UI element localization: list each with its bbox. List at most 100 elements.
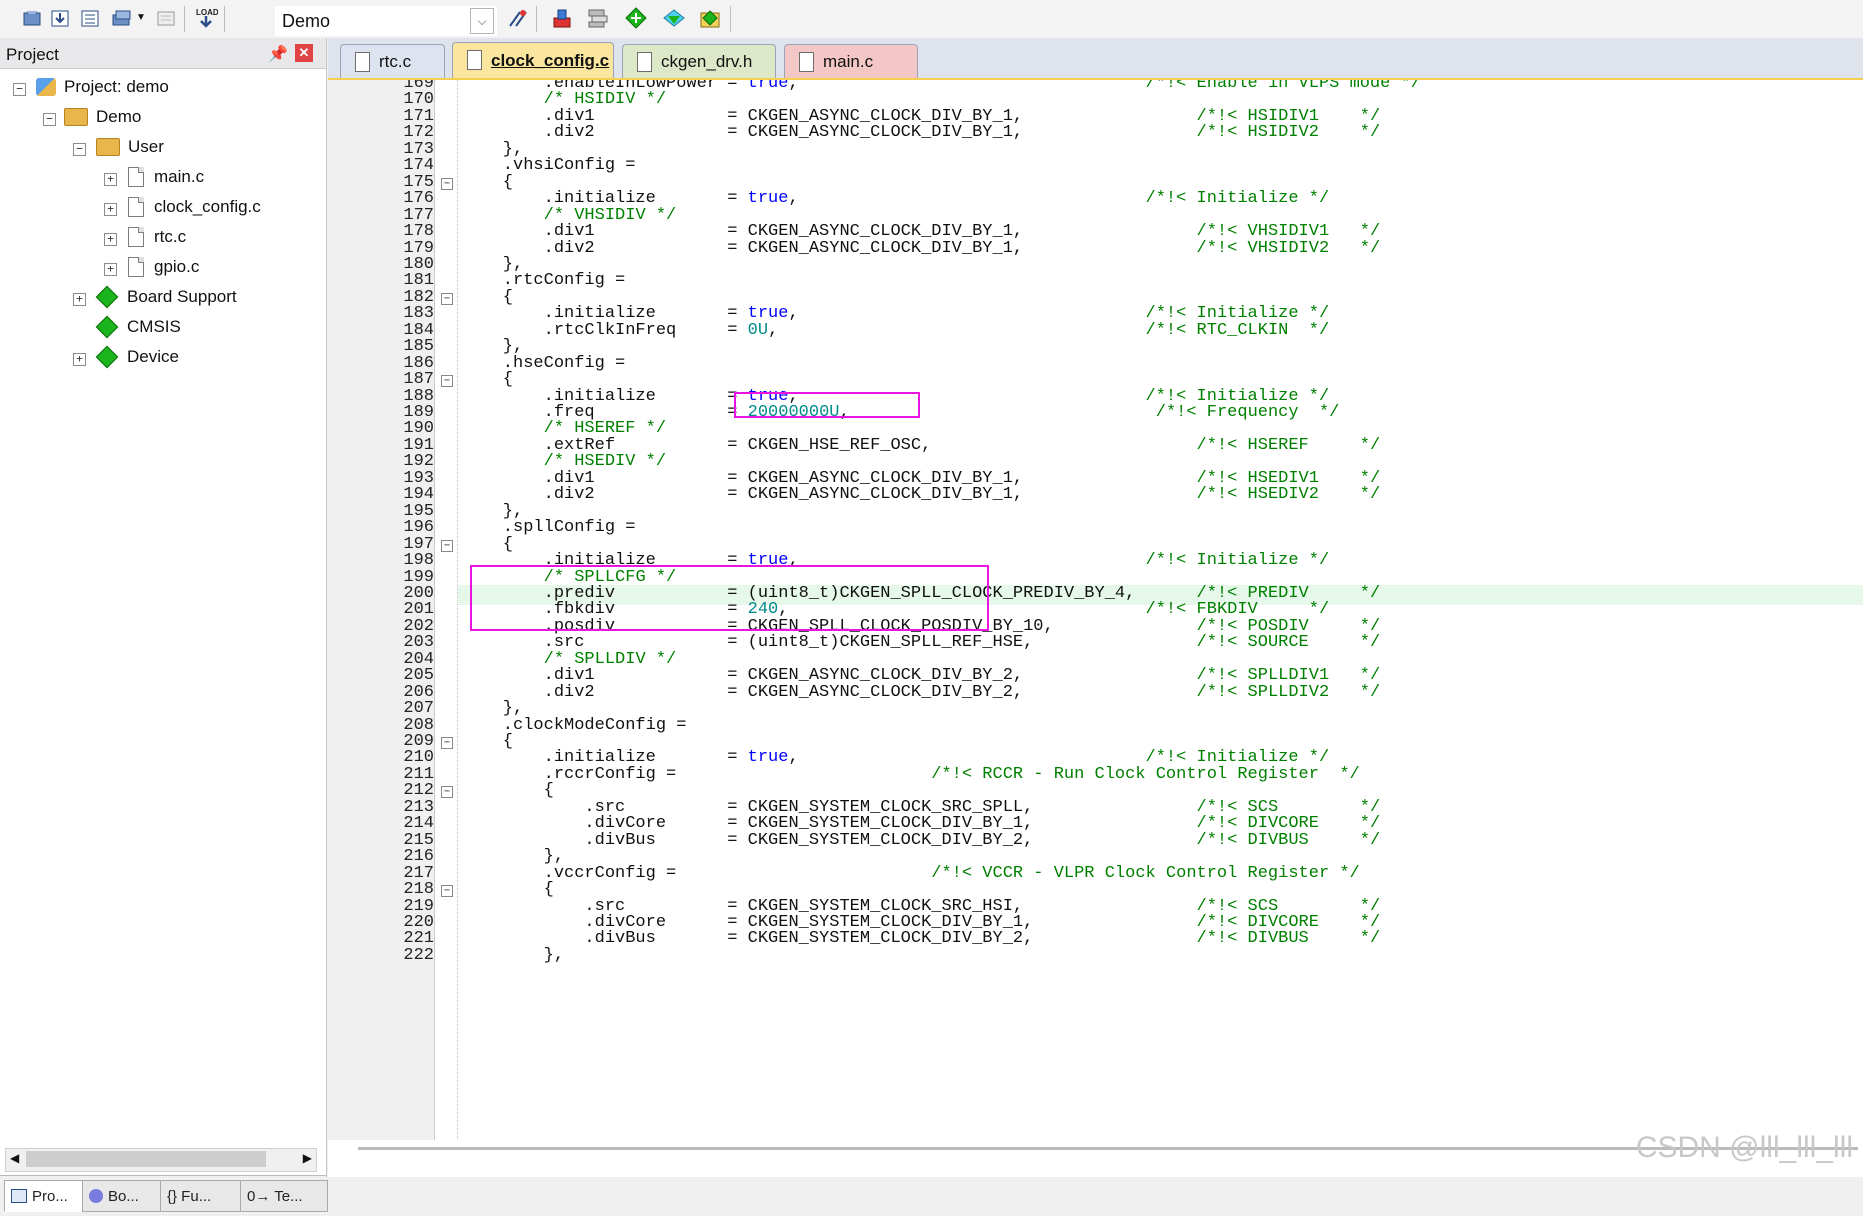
tree-group-user[interactable]: User [96,134,164,160]
code-line: .divBus = CKGEN_SYSTEM_CLOCK_DIV_BY_2, /… [462,929,1381,949]
tab-books[interactable]: Bo... [82,1180,162,1212]
close-icon[interactable]: ✕ [295,44,313,62]
tree-label: CMSIS [127,317,181,336]
tree-label: User [128,137,164,156]
translate-icon[interactable] [18,5,46,31]
tab-main-c[interactable]: main.c [784,44,918,78]
fold-toggle-icon[interactable]: − [441,786,453,799]
tab-label: Bo... [108,1187,139,1205]
tree-label: gpio.c [154,257,200,276]
editor-tab-bar: rtc.c clock_config.c ckgen_drv.h main.c [328,38,1863,80]
target-options-icon[interactable] [504,5,532,31]
toolbar: ▼ LOAD Demo ⌵ [0,0,1863,38]
code-line: .divBus = CKGEN_SYSTEM_CLOCK_DIV_BY_2, /… [462,830,1381,850]
tree-project-root[interactable]: Project: demo [36,74,169,100]
rebuild-icon[interactable] [76,5,104,31]
target-name: Demo [282,11,331,31]
horizontal-scrollbar[interactable]: ◀ ▶ [5,1148,317,1172]
file-icon [467,50,482,70]
component-icon [95,315,119,339]
code-line: .rccrConfig = /*!< RCCR - Run Clock Cont… [462,764,1360,784]
chevron-down-icon[interactable]: ⌵ [470,8,494,34]
tree-label: main.c [154,167,205,186]
build-icon[interactable] [46,5,74,31]
tree-component-device[interactable]: Device [95,344,179,370]
code-line: .div2 = CKGEN_ASYNC_CLOCK_DIV_BY_1, /*!<… [462,485,1381,505]
line-number: 222 [403,945,434,965]
fold-toggle-icon[interactable]: − [441,177,453,190]
code-number: 0U [747,320,769,340]
code-line: .div2 = CKGEN_ASYNC_CLOCK_DIV_BY_1, /*!<… [462,123,1381,143]
expand-icon[interactable]: + [104,263,117,276]
tree-label: clock_config.c [154,197,261,216]
scrollbar-thumb[interactable] [26,1151,266,1167]
manage-components-icon[interactable] [548,5,576,31]
tree-file-rtc[interactable]: rtc.c [128,224,186,250]
code-line: .div2 = CKGEN_ASYNC_CLOCK_DIV_BY_2, /*!<… [462,682,1381,702]
tree-label: rtc.c [154,227,187,246]
expand-icon[interactable]: + [104,173,117,186]
tab-project[interactable]: Pro... [4,1180,84,1212]
expand-icon[interactable]: + [104,233,117,246]
code-editor[interactable]: 169 170 171 172 173 174 175 176 177 178 179 180 181 1… [328,80,1863,1177]
pin-icon[interactable]: 📌 [268,44,288,64]
batch-build-dropdown-icon[interactable]: ▼ [136,12,146,23]
tree-component-cmsis[interactable]: CMSIS [95,314,181,340]
software-packs-icon[interactable] [696,5,724,31]
pack-installer-icon[interactable] [622,5,650,31]
tab-rtc-c[interactable]: rtc.c [340,44,445,78]
stop-build-icon[interactable] [152,5,180,31]
target-folder-icon [64,108,88,126]
fold-toggle-icon[interactable]: − [441,885,453,898]
tree-component-board-support[interactable]: Board Support [95,284,237,310]
scrollbar-track[interactable] [358,1147,1858,1150]
expand-icon[interactable]: + [104,203,117,216]
panel-bottom-tabs: Pro... Bo... {} Fu... 0→ Te... [0,1175,328,1216]
tree-file-gpio[interactable]: gpio.c [128,254,199,280]
tree-file-main[interactable]: main.c [128,164,204,190]
toolbar-separator [536,6,537,32]
svg-text:LOAD: LOAD [196,8,218,17]
file-icon [128,197,144,217]
tab-templates[interactable]: 0→ Te... [240,1180,328,1212]
code-comment: /*!< Initialize */ [1145,551,1330,571]
expand-icon[interactable]: + [73,293,86,306]
expand-icon[interactable]: + [73,353,86,366]
tree-file-clock-config[interactable]: clock_config.c [128,194,261,220]
tab-label: clock_config.c [491,50,610,70]
collapse-icon[interactable]: − [13,83,26,96]
run-time-env-icon[interactable] [584,5,612,31]
fold-toggle-icon[interactable]: − [441,737,453,749]
code-line: }, [462,945,565,965]
panel-title: Project [6,45,59,64]
scroll-right-icon[interactable]: ▶ [303,1151,312,1165]
fold-toggle-icon[interactable]: − [441,292,453,305]
scroll-left-icon[interactable]: ◀ [10,1151,19,1165]
tab-functions[interactable]: {} Fu... [160,1180,244,1212]
toolbar-separator [184,6,185,32]
file-icon [128,257,144,277]
tree-target[interactable]: Demo [64,104,141,130]
code-line: .vccrConfig = /*!< VCCR - VLPR Clock Con… [462,863,1360,883]
code-comment: /*!< HSEDIV2 */ [1196,485,1381,505]
collapse-icon[interactable]: − [43,113,56,126]
tree-label: Project: demo [64,77,169,96]
component-icon [95,285,119,309]
project-panel: Project 📌 ✕ − Project: demo − Demo − Use… [0,38,328,1216]
file-icon [128,167,144,187]
download-icon[interactable]: LOAD [192,5,220,31]
fold-toggle-icon[interactable]: − [441,375,453,388]
editor-horizontal-scrollbar[interactable] [328,1140,1863,1177]
tab-label: Pro... [32,1187,68,1205]
code-comment: /*!< VHSIDIV2 */ [1196,238,1381,258]
code-keyword: true [747,189,789,209]
books-tab-icon [89,1189,103,1203]
select-packs-icon[interactable] [660,5,688,31]
collapse-icon[interactable]: − [73,143,86,156]
tab-ckgen-drv-h[interactable]: ckgen_drv.h [622,44,776,78]
tab-clock-config-c[interactable]: clock_config.c [452,42,614,78]
code-line: .rtcClkInFreq = 0U, /*!< RTC_CLKIN */ [462,320,1330,340]
code-comment: /*!< RCCR - Run Clock Control Register *… [931,764,1360,784]
fold-toggle-icon[interactable]: − [441,539,453,552]
batch-build-icon[interactable] [108,5,136,31]
